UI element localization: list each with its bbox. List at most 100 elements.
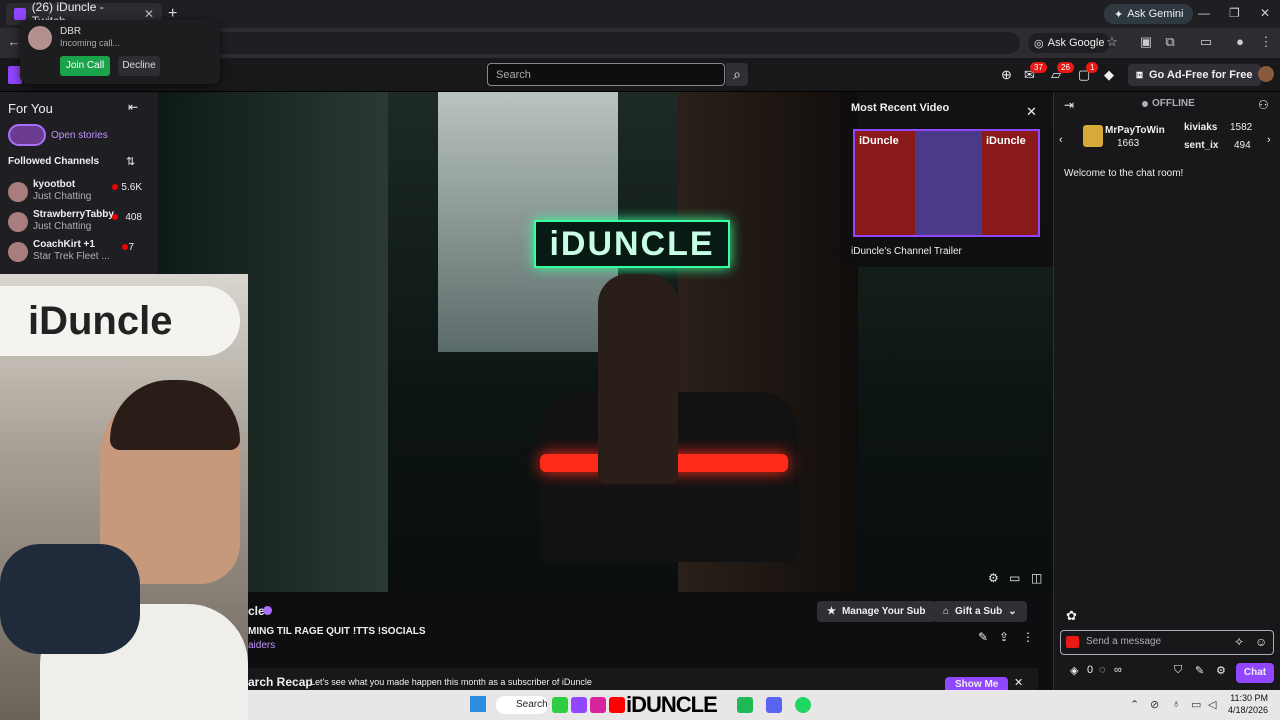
leaderboard-name[interactable]: MrPayToWin — [1105, 125, 1165, 136]
tray-chevron-icon[interactable]: ⌃ — [1130, 698, 1139, 711]
search-input[interactable]: Search — [487, 63, 725, 86]
discord-app-icon[interactable] — [766, 697, 782, 713]
collapse-sidebar-icon[interactable]: ⇤ — [128, 100, 138, 114]
spotify-app-icon[interactable] — [795, 697, 811, 713]
channel-name: CoachKirt +1 — [33, 239, 95, 250]
manage-sub-button[interactable]: ★ Manage Your Sub — [817, 601, 936, 622]
person-image — [598, 274, 678, 484]
youtube-app-icon[interactable] — [609, 697, 625, 713]
show-me-button[interactable]: Show Me — [945, 677, 1009, 690]
leaderboard-name[interactable]: sent_ix — [1184, 140, 1218, 151]
join-call-button[interactable]: Join Call — [60, 56, 110, 76]
crown-icon[interactable]: ⊕ — [1001, 67, 1012, 83]
theatre-mode-icon[interactable]: ▭ — [1009, 571, 1020, 585]
taskbar-clock[interactable]: 11:30 PM 4/18/2026 — [1228, 692, 1268, 716]
close-tab-icon[interactable]: ✕ — [144, 7, 154, 21]
windows-start-icon[interactable] — [470, 696, 486, 712]
channel-name: StrawberryTabby — [33, 209, 114, 220]
share-icon[interactable]: ⇪ — [999, 630, 1009, 644]
bits-cheer-icon[interactable]: ◈ — [1070, 664, 1078, 677]
pen-icon[interactable]: ✎ — [1195, 664, 1204, 677]
channel-game: Just Chatting — [33, 191, 92, 202]
ask-google-button[interactable]: ◎ Ask Google — [1028, 33, 1111, 53]
emote-picker-icon[interactable]: ✧ — [1234, 635, 1244, 649]
ask-gemini-button[interactable]: ✦ Ask Gemini — [1104, 4, 1194, 24]
leaderboard-score: 1663 — [1117, 138, 1140, 149]
category-link[interactable]: aiders — [248, 640, 275, 651]
ad-free-button[interactable]: ⧈ Go Ad-Free for Free — [1128, 64, 1261, 86]
sidebar-channel-item[interactable]: kyootbot Just Chatting 5.6K — [6, 179, 156, 207]
decline-call-button[interactable]: Decline — [118, 56, 160, 76]
kick-app-icon[interactable] — [552, 697, 568, 713]
sidebar-channel-item[interactable]: StrawberryTabby Just Chatting 408 — [6, 209, 156, 237]
chat-bits-icon[interactable]: ✿ — [1066, 608, 1077, 624]
close-window-icon[interactable]: ✕ — [1260, 6, 1270, 20]
streamer-hair — [110, 380, 240, 450]
shield-icon[interactable]: ⛉ — [1174, 664, 1182, 677]
live-dot-icon — [112, 184, 118, 190]
network-icon[interactable]: ⊘ — [1150, 698, 1159, 711]
user-avatar[interactable] — [1258, 66, 1274, 82]
emoji-icon[interactable]: ☺ — [1255, 635, 1267, 649]
inbox-badge: 37 — [1030, 62, 1047, 73]
clock-time: 11:30 PM — [1230, 693, 1269, 703]
close-icon[interactable]: ✕ — [1026, 104, 1037, 120]
leaderboard-name[interactable]: kiviaks — [1184, 122, 1217, 133]
tab-search-icon[interactable]: ▭ — [1198, 34, 1214, 50]
extension-icon[interactable]: ▣ — [1138, 34, 1154, 50]
display-icon[interactable]: ▭ — [1191, 698, 1201, 711]
webcam-sign: iDuncle — [0, 286, 240, 356]
verified-icon — [263, 606, 272, 615]
twitch-app-icon[interactable] — [571, 697, 587, 713]
channel-points: 0 — [1087, 664, 1094, 676]
call-status: Incoming call... — [60, 38, 121, 48]
gift-sub-label: Gift a Sub — [955, 606, 1003, 617]
thumb-right: iDuncle — [982, 131, 1038, 235]
stream-title: MING TIL RAGE QUIT !TTS !SOCIALS — [248, 626, 426, 637]
channel-points-icon[interactable]: ◌ — [1099, 664, 1106, 676]
browser-menu-icon[interactable]: ⋮ — [1258, 34, 1274, 50]
app-icon[interactable] — [737, 697, 753, 713]
trailer-caption[interactable]: iDuncle's Channel Trailer — [851, 246, 962, 257]
settings-gear-icon[interactable]: ⚙ — [988, 571, 999, 585]
trailer-thumbnail[interactable]: iDuncle iDuncle — [853, 129, 1040, 237]
edit-pencil-icon[interactable]: ✎ — [978, 630, 988, 644]
gemini-icon: ✦ — [1114, 8, 1124, 21]
maximize-icon[interactable]: ❐ — [1229, 6, 1240, 20]
more-options-icon[interactable]: ⋮ — [1022, 630, 1034, 644]
recap-title: arch Recap — [248, 675, 313, 689]
open-stories-link[interactable]: Open stories — [51, 130, 108, 141]
microphone — [0, 544, 140, 654]
sort-icon[interactable]: ⇅ — [126, 155, 135, 168]
chat-send-button[interactable]: Chat — [1236, 663, 1274, 683]
omnibox[interactable] — [210, 32, 1020, 54]
chat-record-icon — [1066, 636, 1079, 648]
chevron-left-icon[interactable]: ‹ — [1059, 134, 1063, 146]
close-recap-icon[interactable]: ✕ — [1014, 676, 1023, 689]
stories-avatar[interactable] — [8, 124, 46, 146]
ask-gemini-label: Ask Gemini — [1127, 8, 1184, 20]
gift-sub-button[interactable]: ⌂ Gift a Sub ⌄ — [933, 601, 1027, 622]
mic-icon[interactable]: ♁ — [1172, 698, 1180, 710]
bits-icon[interactable]: ◆ — [1104, 67, 1114, 83]
extensions-puzzle-icon[interactable]: ⧉ — [1162, 34, 1178, 50]
bookmark-star-icon[interactable]: ☆ — [1104, 34, 1120, 50]
taskbar-search[interactable]: Search — [496, 696, 548, 714]
google-lens-icon: ◎ — [1034, 37, 1044, 50]
chevron-right-icon[interactable]: › — [1267, 134, 1271, 146]
channel-avatar — [8, 212, 28, 232]
instagram-app-icon[interactable] — [590, 697, 606, 713]
fullscreen-icon[interactable]: ◫ — [1031, 571, 1042, 585]
chat-users-icon[interactable]: ⚇ — [1258, 98, 1269, 112]
offline-status: OFFLINE — [1152, 98, 1195, 109]
search-icon[interactable]: ⌕ — [726, 63, 748, 86]
sidebar-channel-item[interactable]: CoachKirt +1 Star Trek Fleet ... 7 — [6, 239, 156, 267]
neon-sign: iDUNCLE — [534, 220, 730, 268]
minimize-icon[interactable]: — — [1198, 6, 1210, 20]
caller-avatar — [28, 26, 52, 50]
ask-google-label: Ask Google — [1047, 37, 1105, 49]
chat-settings-icon[interactable]: ⚙ — [1216, 664, 1226, 677]
collapse-chat-icon[interactable]: ⇥ — [1064, 98, 1074, 112]
profile-icon[interactable]: ● — [1232, 34, 1248, 50]
volume-icon[interactable]: ◁ — [1208, 698, 1216, 711]
